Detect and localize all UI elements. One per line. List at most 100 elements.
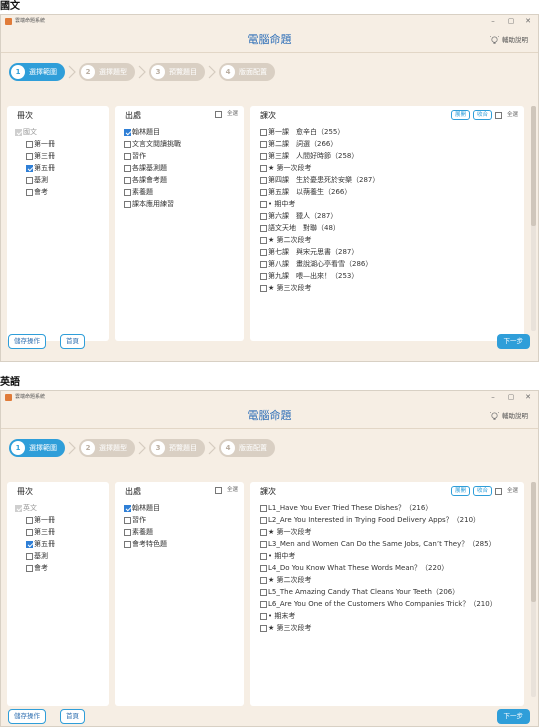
checkbox[interactable] bbox=[124, 129, 131, 136]
volume-item[interactable]: 第一冊 bbox=[15, 139, 55, 150]
lesson-item[interactable]: ★ 第一次段考 bbox=[260, 527, 505, 538]
checkbox[interactable] bbox=[124, 165, 131, 172]
home-button[interactable]: 首頁 bbox=[60, 334, 85, 349]
lesson-item[interactable]: 第七課 與宋元思書（287） bbox=[260, 247, 515, 258]
close-button[interactable]: ✕ bbox=[521, 16, 535, 27]
home-button[interactable]: 首頁 bbox=[60, 709, 85, 724]
checkbox[interactable] bbox=[124, 141, 131, 148]
select-all-checkbox[interactable] bbox=[214, 110, 222, 118]
step-layout[interactable]: 4 版面配置 bbox=[219, 439, 275, 457]
scrollbar-thumb[interactable] bbox=[531, 106, 536, 226]
checkbox[interactable] bbox=[260, 601, 267, 608]
checkbox[interactable] bbox=[26, 517, 33, 524]
checkbox[interactable] bbox=[26, 141, 33, 148]
step-layout[interactable]: 4 版面配置 bbox=[219, 63, 275, 81]
lesson-item[interactable]: 第三課 人間好時節（258） bbox=[260, 151, 515, 162]
lesson-item[interactable]: 第八課 畫說湖心亭看雪（286） bbox=[260, 259, 515, 270]
save-operation-button[interactable]: 儲存操作 bbox=[8, 709, 46, 724]
source-item[interactable]: 會考特色題 bbox=[124, 539, 167, 550]
volume-item[interactable]: 基測 bbox=[15, 551, 55, 562]
lesson-item[interactable]: ★ 第二次段考 bbox=[260, 235, 515, 246]
checkbox[interactable] bbox=[124, 153, 131, 160]
next-step-button[interactable]: 下一步 bbox=[496, 709, 530, 724]
checkbox[interactable] bbox=[260, 153, 267, 160]
maximize-button[interactable]: ▢ bbox=[504, 16, 518, 27]
expand-button[interactable]: 展開 bbox=[450, 110, 470, 120]
next-step-button[interactable]: 下一步 bbox=[496, 334, 530, 349]
step-select-type[interactable]: 2 選擇題型 bbox=[79, 63, 135, 81]
volume-item[interactable]: 第三冊 bbox=[15, 151, 55, 162]
volume-item[interactable]: 第五冊 bbox=[15, 163, 55, 174]
lesson-item[interactable]: ★ 第三次段考 bbox=[260, 283, 515, 294]
checkbox[interactable] bbox=[124, 201, 131, 208]
checkbox[interactable] bbox=[260, 285, 267, 292]
checkbox[interactable] bbox=[26, 529, 33, 536]
step-preview[interactable]: 3 預覽題目 bbox=[149, 63, 205, 81]
checkbox[interactable] bbox=[260, 261, 267, 268]
volume-item[interactable]: 第三冊 bbox=[15, 527, 55, 538]
lesson-item[interactable]: ★ 第一次段考 bbox=[260, 163, 515, 174]
checkbox[interactable] bbox=[26, 189, 33, 196]
checkbox[interactable] bbox=[26, 177, 33, 184]
select-all-checkbox[interactable] bbox=[494, 487, 502, 495]
lesson-item[interactable]: 第一課 愈辛白（255） bbox=[260, 127, 515, 138]
checkbox[interactable] bbox=[124, 505, 131, 512]
help-button[interactable]: 輔助說明 bbox=[490, 35, 528, 45]
collapse-button[interactable]: 收合 bbox=[472, 110, 492, 120]
checkbox[interactable] bbox=[260, 249, 267, 256]
source-item[interactable]: 素養題 bbox=[124, 187, 181, 198]
checkbox[interactable] bbox=[260, 201, 267, 208]
lesson-item[interactable]: L2_Are You Interested in Trying Food Del… bbox=[260, 515, 505, 526]
checkbox[interactable] bbox=[260, 237, 267, 244]
step-select-range[interactable]: 1 選擇範圍 bbox=[9, 63, 65, 81]
checkbox[interactable] bbox=[260, 613, 267, 620]
step-select-range[interactable]: 1 選擇範圍 bbox=[9, 439, 65, 457]
lesson-item[interactable]: • 期中考 bbox=[260, 551, 505, 562]
checkbox[interactable] bbox=[260, 141, 267, 148]
source-item[interactable]: 習作 bbox=[124, 151, 181, 162]
volume-item[interactable]: 會考 bbox=[15, 187, 55, 198]
source-item[interactable]: 翰林題目 bbox=[124, 503, 167, 514]
checkbox[interactable] bbox=[260, 189, 267, 196]
checkbox[interactable] bbox=[26, 565, 33, 572]
select-all-checkbox[interactable] bbox=[494, 111, 502, 119]
volume-item[interactable]: 第五冊 bbox=[15, 539, 55, 550]
checkbox[interactable] bbox=[124, 541, 131, 548]
checkbox[interactable] bbox=[124, 517, 131, 524]
source-item[interactable]: 各課基測題 bbox=[124, 163, 181, 174]
checkbox[interactable] bbox=[260, 165, 267, 172]
checkbox[interactable] bbox=[260, 625, 267, 632]
checkbox[interactable] bbox=[260, 213, 267, 220]
checkbox[interactable] bbox=[26, 553, 33, 560]
lesson-item[interactable]: L1_Have You Ever Tried These Dishes？（216… bbox=[260, 503, 505, 514]
checkbox[interactable] bbox=[260, 273, 267, 280]
volume-item[interactable]: 會考 bbox=[15, 563, 55, 574]
lesson-item[interactable]: L6_Are You One of the Customers Who Comp… bbox=[260, 599, 505, 610]
source-item[interactable]: 素養題 bbox=[124, 527, 167, 538]
save-operation-button[interactable]: 儲存操作 bbox=[8, 334, 46, 349]
lesson-item[interactable]: • 期中考 bbox=[260, 199, 515, 210]
checkbox[interactable] bbox=[260, 225, 267, 232]
lesson-item[interactable]: • 期末考 bbox=[260, 611, 505, 622]
source-item[interactable]: 習作 bbox=[124, 515, 167, 526]
volume-item[interactable]: 基測 bbox=[15, 175, 55, 186]
lesson-item[interactable]: ★ 第二次段考 bbox=[260, 575, 505, 586]
minimize-button[interactable]: – bbox=[486, 16, 500, 27]
source-item[interactable]: 各課會考題 bbox=[124, 175, 181, 186]
checkbox[interactable] bbox=[260, 541, 267, 548]
checkbox[interactable] bbox=[260, 589, 267, 596]
lesson-item[interactable]: 第九課 喂—出來！（253） bbox=[260, 271, 515, 282]
checkbox[interactable] bbox=[26, 153, 33, 160]
checkbox[interactable] bbox=[26, 541, 33, 548]
checkbox[interactable] bbox=[260, 517, 267, 524]
checkbox[interactable] bbox=[260, 553, 267, 560]
checkbox[interactable] bbox=[260, 529, 267, 536]
checkbox[interactable] bbox=[260, 577, 267, 584]
checkbox[interactable] bbox=[260, 565, 267, 572]
source-item[interactable]: 課本應用練習 bbox=[124, 199, 181, 210]
lesson-item[interactable]: 第二課 詞選（266） bbox=[260, 139, 515, 150]
select-all-toggle[interactable]: 全選 bbox=[214, 486, 238, 494]
lesson-item[interactable]: 第六課 獵人（287） bbox=[260, 211, 515, 222]
step-select-type[interactable]: 2 選擇題型 bbox=[79, 439, 135, 457]
lesson-item[interactable]: ★ 第三次段考 bbox=[260, 623, 505, 634]
